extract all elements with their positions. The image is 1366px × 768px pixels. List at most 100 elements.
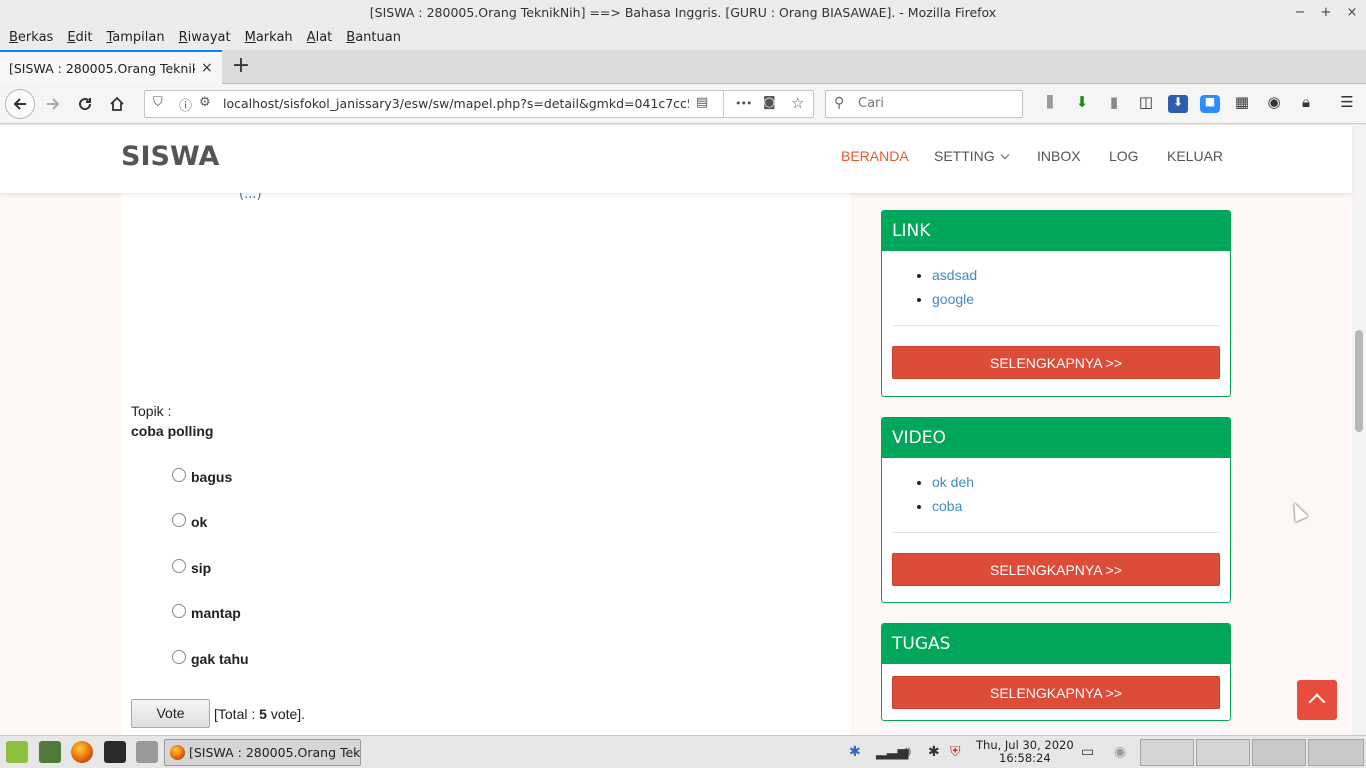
divider <box>893 325 1219 326</box>
home-button[interactable] <box>103 90 131 118</box>
tugas-more-button[interactable]: SELENGKAPNYA >> <box>892 676 1220 709</box>
url-bar[interactable]: ⛉ ⓘ ⚙ localhost/sisfokol_janissary3/esw/… <box>144 90 814 118</box>
mint-menu-icon[interactable] <box>6 741 28 763</box>
video-list: ok deh coba <box>882 470 1230 518</box>
bluetooth-icon[interactable]: ✱ <box>849 744 861 760</box>
poll-option-label: sip <box>191 560 212 576</box>
menu-tampilan[interactable]: Tampilan <box>100 26 172 50</box>
volume-icon[interactable]: 🔊︎ <box>902 744 911 760</box>
reader-view-icon[interactable]: ▤ <box>696 95 708 110</box>
workspace-4[interactable] <box>1308 739 1364 766</box>
video-more-button[interactable]: SELENGKAPNYA >> <box>892 553 1220 586</box>
menu-markah[interactable]: Markah <box>238 26 300 50</box>
main-content <box>121 125 851 735</box>
search-input[interactable]: ⚲ Cari <box>825 90 1023 118</box>
taskbar-firefox-window[interactable]: [SISWA : 280005.Orang Tekn... <box>164 739 361 766</box>
clock[interactable]: Thu, Jul 30, 2020 16:58:24 <box>976 739 1074 765</box>
page-scrollbar[interactable] <box>1352 125 1366 735</box>
menu-bantuan[interactable]: Bantuan <box>339 26 408 50</box>
nav-beranda[interactable]: BERANDA <box>841 148 909 164</box>
search-placeholder: Cari <box>858 96 884 111</box>
menu-riwayat[interactable]: Riwayat <box>172 26 238 50</box>
search-icon: ⚲ <box>834 95 845 111</box>
nav-inbox[interactable]: INBOX <box>1037 148 1081 164</box>
firefox-launcher-icon[interactable] <box>71 741 93 763</box>
file-manager-launcher-icon[interactable] <box>136 741 158 763</box>
library-icon[interactable]: ⫼ <box>1040 93 1060 115</box>
update-manager-icon[interactable]: ⛨ <box>950 744 961 760</box>
workspace-icon[interactable]: ◉ <box>1114 744 1126 760</box>
link-item[interactable]: google <box>932 287 1230 311</box>
menu-berkas[interactable]: Berkas <box>2 26 60 50</box>
reload-button[interactable] <box>71 90 99 118</box>
taskbar-window-title: [SISWA : 280005.Orang Tekn... <box>189 745 361 760</box>
reload-icon <box>79 98 92 111</box>
terminal-icon[interactable] <box>104 741 126 763</box>
poll-radio-mantap[interactable] <box>172 604 186 618</box>
qr-code-icon[interactable]: ▦ <box>1232 93 1252 115</box>
account-icon[interactable]: ◉ <box>1264 93 1284 115</box>
poll-option-label: bagus <box>191 469 233 485</box>
video-item[interactable]: ok deh <box>932 470 1230 494</box>
chevron-down-icon <box>1000 150 1009 160</box>
page-actions-icon[interactable]: ••• <box>735 97 752 110</box>
workspace-1[interactable] <box>1140 739 1194 766</box>
tab-close-icon[interactable]: × <box>201 60 213 76</box>
pocket-icon[interactable]: ◙ <box>763 95 776 110</box>
info-icon[interactable]: ⓘ <box>179 95 192 114</box>
zoom-icon[interactable]: ■ <box>1200 95 1220 113</box>
link-list: asdsad google <box>882 263 1230 311</box>
extension-icon[interactable]: ▮ <box>1104 93 1124 115</box>
url-text[interactable]: localhost/sisfokol_janissary3/esw/sw/map… <box>223 96 689 111</box>
video-panel-title: VIDEO <box>882 418 1230 458</box>
poll-radio-sip[interactable] <box>172 559 186 573</box>
poll-option-label: mantap <box>191 605 241 621</box>
menu-alat[interactable]: Alat <box>300 26 340 50</box>
maximize-button[interactable]: + <box>1320 0 1332 26</box>
vote-total: [Total : 5 vote]. <box>214 706 305 722</box>
video-item[interactable]: coba <box>932 494 1230 518</box>
link-more-button[interactable]: SELENGKAPNYA >> <box>892 346 1220 379</box>
workspace-3[interactable] <box>1252 739 1306 766</box>
back-button[interactable] <box>5 89 35 119</box>
lock-icon[interactable]: 🔒︎ <box>1296 93 1316 115</box>
nav-log[interactable]: LOG <box>1109 148 1139 164</box>
scrollbar-thumb[interactable] <box>1355 330 1363 432</box>
close-window-button[interactable]: × <box>1346 0 1358 26</box>
download-arrow-icon[interactable]: ⬇ <box>1072 93 1092 115</box>
menu-bar: Berkas Edit Tampilan Riwayat Markah Alat… <box>0 26 1366 50</box>
window-title: [SISWA : 280005.Orang TeknikNih] ==> Bah… <box>369 5 997 20</box>
taskbar: [SISWA : 280005.Orang Tekn... ✱ ▂▃▅ 🔊︎ ✱… <box>0 735 1366 768</box>
scroll-to-top-button[interactable] <box>1297 680 1337 720</box>
shield-icon[interactable]: ⛉ <box>153 95 163 110</box>
poll-radio-bagus[interactable] <box>172 468 186 482</box>
poll-radio-gak-tahu[interactable] <box>172 650 186 664</box>
menu-edit[interactable]: Edit <box>60 26 99 50</box>
downloads-addon-icon[interactable]: ⬇ <box>1168 95 1188 113</box>
permissions-icon[interactable]: ⚙ <box>199 95 211 110</box>
poll-radio-ok[interactable] <box>172 513 186 527</box>
battery-icon[interactable]: ▭ <box>1081 744 1094 760</box>
nav-keluar[interactable]: KELUAR <box>1167 148 1223 164</box>
show-desktop-icon[interactable] <box>39 741 61 763</box>
home-icon <box>110 96 124 111</box>
site-brand[interactable]: SISWA <box>121 141 219 172</box>
tab-bar: [SISWA : 280005.Orang TeknikNih × + <box>0 50 1366 84</box>
vote-button[interactable]: Vote <box>131 699 210 728</box>
minimize-button[interactable]: − <box>1294 0 1306 26</box>
link-item[interactable]: asdsad <box>932 263 1230 287</box>
forward-button[interactable] <box>39 90 67 118</box>
bluetooth-status-icon[interactable]: ✱ <box>928 744 940 760</box>
browser-tab[interactable]: [SISWA : 280005.Orang TeknikNih × <box>0 50 222 84</box>
url-divider <box>723 91 724 117</box>
tab-title: [SISWA : 280005.Orang TeknikNih <box>9 60 195 76</box>
bookmark-star-icon[interactable]: ☆ <box>791 94 804 112</box>
sidebar-icon[interactable]: ◫ <box>1136 93 1156 115</box>
workspace-2[interactable] <box>1196 739 1250 766</box>
nav-setting[interactable]: SETTING <box>934 148 1009 164</box>
new-tab-button[interactable]: + <box>230 54 252 80</box>
hamburger-menu-icon[interactable]: ☰ <box>1337 93 1357 115</box>
topik-label: Topik : <box>131 403 172 419</box>
poll-title: coba polling <box>131 423 214 439</box>
link-panel: LINK asdsad google SELENGKAPNYA >> <box>881 210 1231 397</box>
